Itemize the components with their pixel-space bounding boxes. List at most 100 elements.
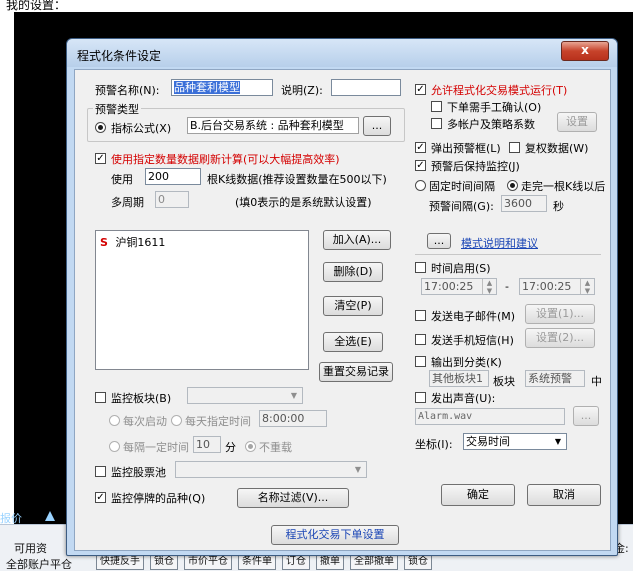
fixed-interval-radio[interactable] (415, 180, 426, 191)
allow-program-checkbox[interactable]: ✓ (415, 84, 426, 95)
instrument-list[interactable]: S 沪铜1611 (95, 230, 309, 370)
monitor-block-dropdown[interactable]: ▼ (187, 387, 303, 404)
coordinate-dropdown[interactable]: 交易时间 ▼ (463, 433, 567, 450)
delete-button[interactable]: 删除(D) (323, 262, 383, 282)
use-label: 使用 (111, 173, 133, 186)
monitor-pool-dropdown[interactable]: ▼ (175, 461, 367, 478)
output-category-checkbox[interactable] (415, 356, 426, 367)
name-filter-button[interactable]: 名称过滤(V)... (237, 488, 349, 508)
interval-input[interactable]: 10 (193, 436, 221, 453)
use-specified-checkbox[interactable]: ✓ (95, 153, 106, 164)
sound-label: 发出声音(U): (431, 392, 496, 405)
multi-period-input[interactable]: 0 (155, 191, 189, 208)
no-reload-radio[interactable] (245, 441, 256, 452)
manual-confirm-checkbox[interactable] (431, 101, 442, 112)
reweight-checkbox[interactable] (509, 142, 520, 153)
cancel-button[interactable]: 取消 (527, 484, 601, 506)
output-category-label: 输出到分类(K) (431, 356, 502, 369)
time-from-spinner[interactable]: ▲ ▼ (482, 279, 496, 294)
each-start-label: 每次启动 (123, 415, 167, 428)
send-email-checkbox[interactable] (415, 310, 426, 321)
chevron-down-icon: ▼ (554, 437, 562, 446)
reset-trade-records-button[interactable]: 重置交易记录 (319, 362, 393, 382)
bg-button[interactable]: 订仓 (282, 554, 310, 570)
list-item-marker: S (100, 236, 108, 249)
email-settings-button[interactable]: 设置(1)... (525, 304, 595, 324)
mid-label: 中 (591, 375, 602, 388)
sound-checkbox[interactable] (415, 392, 426, 403)
close-button[interactable]: x (561, 41, 609, 61)
sms-settings-button[interactable]: 设置(2)... (525, 328, 595, 348)
bg-up-triangle-icon (44, 510, 56, 522)
other-block-field[interactable]: 其他板块1 (429, 370, 489, 387)
daily-time-input[interactable]: 8:00:00 (259, 410, 327, 427)
chevron-down-icon: ▼ (354, 465, 362, 474)
fixed-interval-label: 固定时间间隔 (429, 180, 495, 193)
bg-button[interactable]: 快捷反手 (96, 554, 144, 570)
separator (415, 254, 601, 255)
time-enable-checkbox[interactable] (415, 262, 426, 273)
clear-button[interactable]: 清空(P) (323, 296, 383, 316)
indicator-formula-field: B.后台交易系统 : 品种套利模型 (187, 117, 359, 134)
multi-account-label: 多帐户及策略系数 (447, 118, 535, 131)
list-item[interactable]: S 沪铜1611 (100, 234, 165, 250)
ok-button[interactable]: 确定 (441, 484, 515, 506)
alert-type-group-label: 预警类型 (93, 101, 141, 117)
after-kline-label: 走完一根K线以后 (521, 180, 606, 193)
description-input[interactable] (331, 79, 401, 96)
bg-button[interactable]: 锁仓 (150, 554, 178, 570)
add-button[interactable]: 加入(A)... (323, 230, 391, 250)
popup-alert-checkbox[interactable]: ✓ (415, 142, 426, 153)
coordinate-value: 交易时间 (466, 435, 510, 448)
monitor-block-checkbox[interactable] (95, 392, 106, 403)
monitor-stopped-checkbox[interactable]: ✓ (95, 492, 106, 503)
use-specified-label: 使用指定数量数据刷新计算(可以大幅提高效率) (111, 153, 340, 166)
kline-count-input[interactable]: 200 (145, 168, 201, 185)
alert-interval-unit: 秒 (553, 200, 564, 213)
manual-confirm-label: 下单需手工确认(O) (447, 101, 542, 114)
sound-browse-button[interactable]: ... (573, 406, 599, 426)
time-separator: - (505, 280, 509, 293)
coordinate-label: 坐标(I): (415, 438, 453, 451)
mode-info-button[interactable]: ... (427, 233, 451, 249)
sound-file-field[interactable]: Alarm.wav (415, 408, 565, 425)
keep-monitor-checkbox[interactable]: ✓ (415, 160, 426, 171)
interval-unit: 分 (225, 441, 236, 454)
alert-name-input[interactable]: 品种套利模型 (171, 79, 273, 96)
send-sms-label: 发送手机短信(H) (431, 334, 514, 347)
conditional-settings-dialog: 程式化条件设定 x 预警名称(N): 品种套利模型 说明(Z): 预警类型 指标… (66, 38, 618, 556)
reweight-label: 复权数据(W) (525, 142, 589, 155)
monitor-pool-label: 监控股票池 (111, 466, 166, 479)
order-settings-button[interactable]: 程式化交易下单设置 (271, 525, 399, 545)
bg-button-row: 快捷反手 锁仓 市价平仓 条件单 订仓 撤单 全部撤单 锁仓 (96, 554, 432, 570)
bg-button[interactable]: 锁仓 (404, 554, 432, 570)
time-to-spinner[interactable]: ▲ ▼ (580, 279, 594, 294)
multi-account-settings-button[interactable]: 设置 (557, 112, 597, 132)
list-item-name: 沪铜1611 (115, 236, 166, 249)
multi-account-checkbox[interactable] (431, 118, 442, 129)
bg-button[interactable]: 市价平仓 (184, 554, 232, 570)
time-enable-label: 时间启用(S) (431, 262, 491, 275)
monitor-pool-checkbox[interactable] (95, 466, 106, 477)
no-reload-label: 不重载 (259, 441, 292, 454)
system-alert-field[interactable]: 系统预警 (525, 370, 585, 387)
daily-time-radio[interactable] (171, 415, 182, 426)
after-kline-radio[interactable] (507, 180, 518, 191)
formula-browse-button[interactable]: ... (363, 116, 391, 136)
alert-interval-input[interactable]: 3600 (501, 195, 547, 212)
send-sms-checkbox[interactable] (415, 334, 426, 345)
each-start-radio[interactable] (109, 415, 120, 426)
bg-button[interactable]: 撤单 (316, 554, 344, 570)
indicator-formula-radio[interactable] (95, 122, 106, 133)
interval-label: 每隔一定时间 (123, 441, 189, 454)
time-to-input[interactable]: 17:00:25 ▲ ▼ (519, 278, 595, 295)
time-from-input[interactable]: 17:00:25 ▲ ▼ (421, 278, 497, 295)
bg-button[interactable]: 全部撤单 (350, 554, 398, 570)
bg-button[interactable]: 条件单 (238, 554, 276, 570)
interval-radio[interactable] (109, 441, 120, 452)
send-email-label: 发送电子邮件(M) (431, 310, 516, 323)
select-all-button[interactable]: 全选(E) (323, 332, 383, 352)
mode-info-link[interactable]: 模式说明和建议 (461, 235, 538, 251)
chevron-down-icon: ▼ (290, 391, 298, 400)
monitor-block-label: 监控板块(B) (111, 392, 172, 405)
